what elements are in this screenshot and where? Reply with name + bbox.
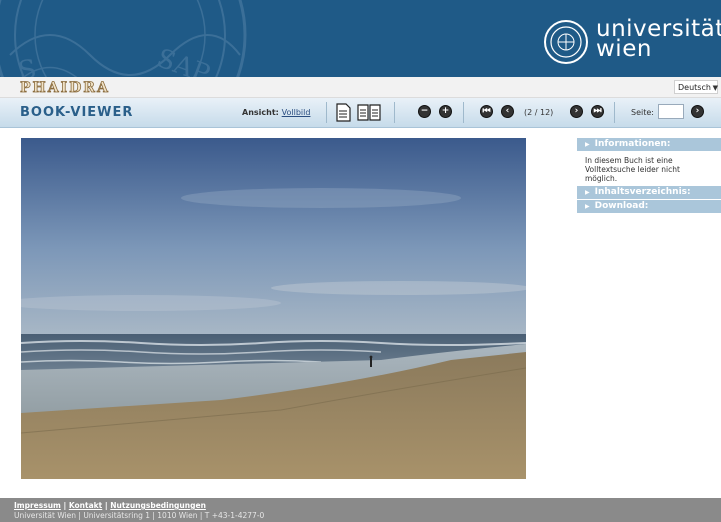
info-header-label: Informationen: <box>594 139 671 149</box>
footer-links: Impressum | Kontakt | Nutzungsbedingunge… <box>14 501 206 510</box>
download-header-label: Download: <box>594 201 649 211</box>
site-footer: Impressum | Kontakt | Nutzungsbedingunge… <box>0 498 721 522</box>
go-to-page-icon[interactable]: › <box>691 105 704 118</box>
triangle-right-icon: ▶ <box>585 203 590 210</box>
triangle-right-icon: ▶ <box>585 189 590 196</box>
info-sidebar: ▶ Informationen: In diesem Buch ist eine … <box>577 138 721 214</box>
chevron-down-icon: ▼ <box>712 84 718 92</box>
last-page-icon[interactable]: ⏭ <box>591 105 604 118</box>
university-line2: wien <box>596 36 652 62</box>
university-seal-icon <box>544 20 588 64</box>
zoom-out-icon[interactable]: − <box>418 105 431 118</box>
university-name: universität wien <box>596 18 721 62</box>
double-page-view-icon[interactable] <box>357 103 381 122</box>
phaidra-logo[interactable]: PHAIDRA <box>18 79 130 95</box>
toolbar-divider <box>463 102 464 123</box>
phaidra-bar: PHAIDRA Deutsch ▼ <box>0 77 721 98</box>
view-mode: Ansicht: Vollbild <box>242 108 310 117</box>
info-panel-header[interactable]: ▶ Informationen: <box>577 138 721 151</box>
language-select[interactable]: Deutsch ▼ <box>674 80 718 94</box>
book-page-image <box>21 138 526 479</box>
site-header: S SAP universität wien <box>0 0 721 77</box>
view-label: Ansicht: <box>242 108 279 117</box>
kontakt-link[interactable]: Kontakt <box>69 501 102 510</box>
info-panel-text: In diesem Buch ist eine Volltextsuche le… <box>585 156 680 183</box>
page-label: Seite: <box>631 108 654 117</box>
toc-panel-header[interactable]: ▶ Inhaltsverzeichnis: <box>577 186 721 199</box>
university-seal-watermark: S SAP <box>0 0 247 77</box>
zoom-in-icon[interactable]: + <box>439 105 452 118</box>
book-viewer-toolbar: BOOK-VIEWER Ansicht: Vollbild − + ⏮ ‹ (2… <box>0 98 721 128</box>
svg-text:PHAIDRA: PHAIDRA <box>20 80 110 95</box>
terms-link[interactable]: Nutzungsbedingungen <box>110 501 206 510</box>
previous-page-icon[interactable]: ‹ <box>501 105 514 118</box>
footer-separator: | <box>104 501 108 510</box>
language-value: Deutsch <box>678 83 711 92</box>
page-counter: (2 / 12) <box>524 108 554 117</box>
toolbar-divider <box>326 102 327 123</box>
book-viewer-logo: BOOK-VIEWER <box>20 105 134 120</box>
svg-text:S: S <box>16 54 39 77</box>
single-page-view-icon[interactable] <box>336 103 351 122</box>
next-page-icon[interactable]: › <box>570 105 583 118</box>
toolbar-divider <box>394 102 395 123</box>
footer-address: Universität Wien | Universitätsring 1 | … <box>14 511 265 520</box>
footer-separator: | <box>63 501 67 510</box>
download-panel-header[interactable]: ▶ Download: <box>577 200 721 213</box>
first-page-icon[interactable]: ⏮ <box>480 105 493 118</box>
fullscreen-link[interactable]: Vollbild <box>282 108 311 117</box>
university-logo[interactable]: universität wien <box>543 18 721 65</box>
triangle-right-icon: ▶ <box>585 141 590 148</box>
toolbar-divider <box>614 102 615 123</box>
page-number-input[interactable] <box>658 104 684 119</box>
toc-header-label: Inhaltsverzeichnis: <box>594 187 691 197</box>
impressum-link[interactable]: Impressum <box>14 501 61 510</box>
